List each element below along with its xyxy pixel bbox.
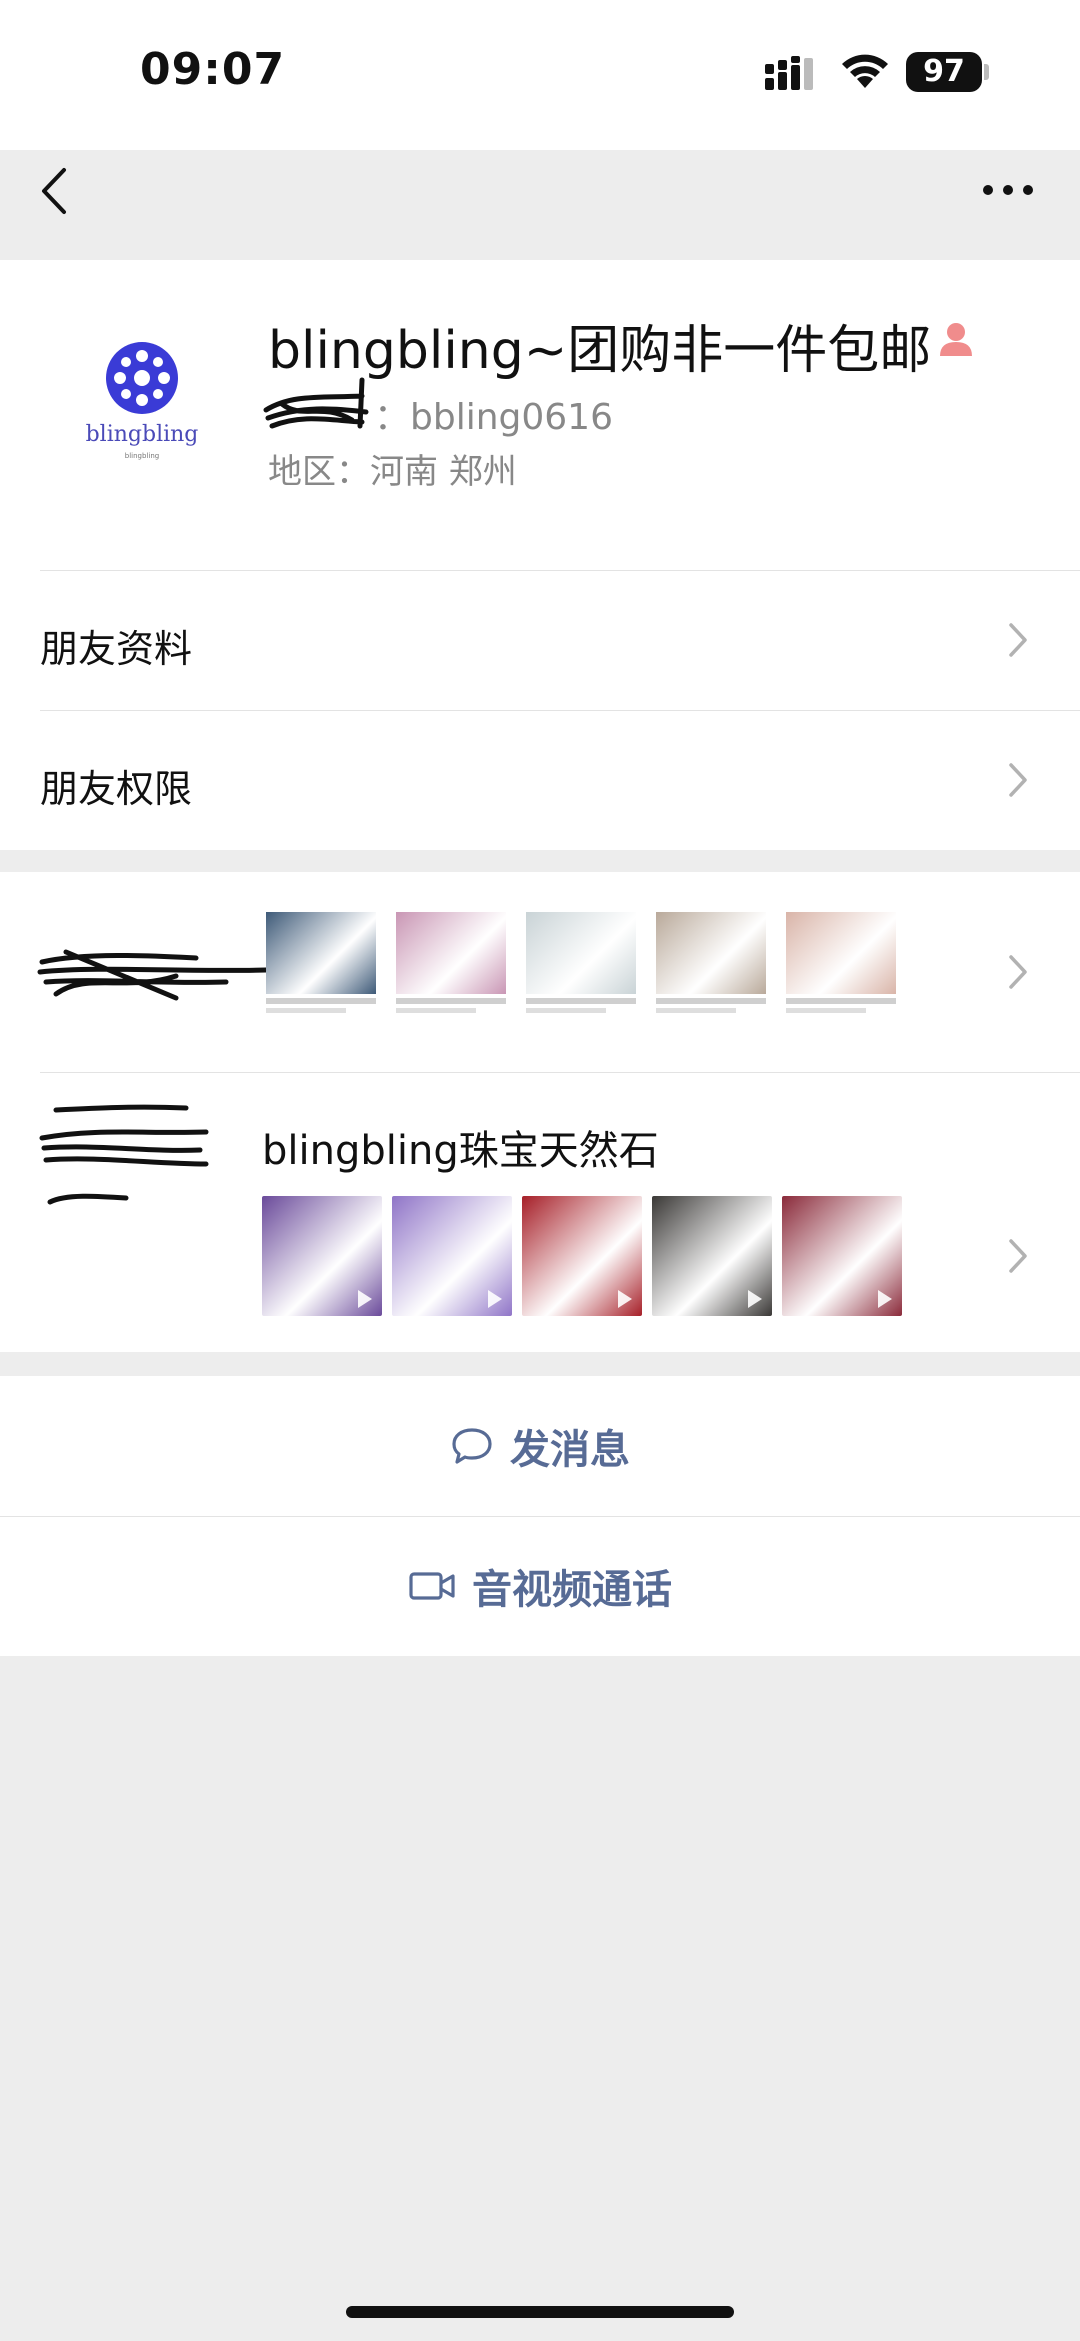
contact-person-icon (940, 323, 972, 356)
channel-video-thumbnail (392, 1196, 512, 1316)
wechat-id-value[interactable]: ：bbling0616 (374, 388, 613, 440)
channel-video-thumbnail (262, 1196, 382, 1316)
battery-tip (984, 64, 989, 80)
settings-group: 朋友资料 朋友权限 (0, 570, 1080, 850)
play-icon (358, 1290, 372, 1308)
play-icon (618, 1290, 632, 1308)
moments-thumb-image (656, 912, 766, 994)
moments-row[interactable] (0, 872, 1080, 1072)
moments-thumbnail (526, 912, 636, 1024)
video-call-button[interactable]: 音视频通话 (0, 1516, 1080, 1656)
moments-thumbnail (266, 912, 376, 1024)
moments-thumb-image (266, 912, 376, 994)
channel-video-thumbnail (782, 1196, 902, 1316)
cellular-signal-icon (765, 56, 813, 90)
moments-thumbnail (656, 912, 766, 1024)
channel-name: blingbling珠宝天然石 (262, 1128, 659, 1174)
media-group: blingbling珠宝天然石 (0, 872, 1080, 1352)
play-icon (488, 1290, 502, 1308)
brand-logo-icon (106, 342, 178, 414)
chevron-right-icon (1009, 1239, 1027, 1273)
friend-info-row[interactable]: 朋友资料 (0, 570, 1080, 710)
moments-thumbnail (786, 912, 896, 1024)
channel-video-thumbnail (522, 1196, 642, 1316)
more-options-icon[interactable] (982, 184, 1034, 196)
chevron-right-icon (1009, 955, 1027, 989)
moments-label-redacted (37, 949, 269, 1001)
friend-permissions-label: 朋友权限 (40, 767, 193, 811)
status-time: 09:07 (140, 44, 286, 95)
actions-group: 发消息 音视频通话 (0, 1376, 1080, 1656)
moments-thumbnail (396, 912, 506, 1024)
avatar[interactable]: blingbling blingbling (70, 296, 220, 474)
home-indicator (346, 2306, 734, 2318)
moments-thumb-image (786, 912, 896, 994)
battery-indicator: 97 (906, 52, 982, 92)
chevron-right-icon (1009, 763, 1027, 797)
play-icon (748, 1290, 762, 1308)
video-camera-icon (409, 1572, 455, 1600)
friend-permissions-row[interactable]: 朋友权限 (0, 710, 1080, 850)
friend-info-label: 朋友资料 (40, 627, 193, 671)
avatar-brand-text: blingbling (85, 422, 199, 447)
moments-thumb-image (526, 912, 636, 994)
chat-bubble-icon (452, 1428, 492, 1464)
channels-label-redacted (39, 1104, 209, 1205)
profile-name: blingbling~团购非一件包邮 (268, 321, 932, 381)
send-message-button[interactable]: 发消息 (0, 1376, 1080, 1516)
play-icon (878, 1290, 892, 1308)
chevron-right-icon (1009, 623, 1027, 657)
moments-thumb-image (396, 912, 506, 994)
send-message-label: 发消息 (510, 1427, 630, 1473)
channel-video-thumbnail (652, 1196, 772, 1316)
back-icon[interactable] (36, 164, 76, 218)
wechat-id-label-redacted (262, 376, 374, 436)
wifi-icon (842, 54, 888, 88)
region-text: 地区：河南 郑州 (268, 452, 517, 492)
avatar-brand-subtext: blingbling (124, 452, 160, 460)
video-call-label: 音视频通话 (472, 1567, 672, 1613)
channels-row[interactable]: blingbling珠宝天然石 (0, 1072, 1080, 1352)
